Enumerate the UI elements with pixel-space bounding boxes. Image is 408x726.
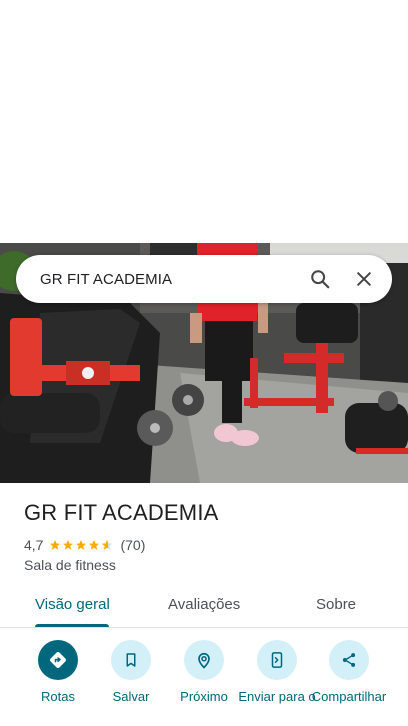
star-icon (76, 540, 87, 550)
nearby-button[interactable]: Próximo (164, 640, 244, 704)
rating-row[interactable]: 4,7 (70) (24, 536, 145, 554)
tab-overview[interactable]: Visão geral (35, 596, 110, 613)
share-label: Compartilhar (311, 689, 387, 704)
tab-bar: Visão geral Avaliações Sobre (0, 584, 408, 628)
send-to-phone-label: Enviar para o (238, 689, 316, 704)
nearby-label: Próximo (180, 689, 228, 704)
send-to-phone-icon (257, 640, 297, 680)
directions-button[interactable]: Rotas (18, 640, 98, 704)
tab-about[interactable]: Sobre (316, 596, 356, 613)
place-category: Sala de fitness (24, 557, 116, 573)
place-title: GR FIT ACADEMIA (24, 500, 219, 525)
star-rating (49, 539, 114, 551)
rating-value: 4,7 (24, 537, 44, 553)
directions-icon (38, 640, 78, 680)
search-bar[interactable]: GR FIT ACADEMIA (16, 255, 392, 303)
half-star-icon (102, 540, 113, 550)
close-icon[interactable] (342, 257, 386, 301)
save-label: Salvar (112, 689, 150, 704)
directions-label: Rotas (41, 689, 75, 704)
star-icon (63, 540, 74, 550)
send-to-phone-button[interactable]: Enviar para o (237, 640, 317, 704)
star-icon (50, 540, 61, 550)
active-tab-indicator (35, 624, 109, 627)
share-button[interactable]: Compartilhar (309, 640, 389, 704)
star-icon (89, 540, 100, 550)
tab-reviews[interactable]: Avaliações (168, 596, 240, 613)
save-button[interactable]: Salvar (91, 640, 171, 704)
bookmark-icon (111, 640, 151, 680)
map-area[interactable] (0, 0, 408, 243)
share-icon (329, 640, 369, 680)
search-query[interactable]: GR FIT ACADEMIA (40, 271, 298, 288)
search-icon[interactable] (298, 257, 342, 301)
action-bar: Rotas Salvar Próximo Enviar para o Compa… (0, 640, 408, 726)
nearby-icon (184, 640, 224, 680)
review-count[interactable]: (70) (120, 537, 145, 553)
